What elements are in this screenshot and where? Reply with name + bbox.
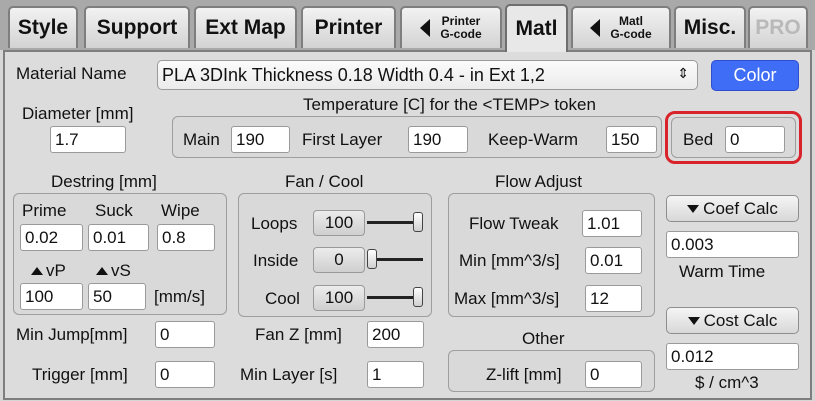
fan-z-label: Fan Z [mm] (255, 325, 342, 344)
temp-keep-warm-label: Keep-Warm (488, 130, 579, 149)
flow-min-label: Min [mm^3/s] (459, 251, 560, 270)
cool-stepper[interactable]: 100 (313, 285, 365, 311)
temp-main-input[interactable]: 190 (231, 126, 290, 153)
tab-printer[interactable]: Printer (301, 6, 396, 48)
tab-printer-gcode[interactable]: Printer G-code (400, 6, 502, 48)
dropdown-triangle-icon (687, 316, 700, 325)
temp-first-layer-label: First Layer (302, 130, 383, 149)
loops-slider[interactable] (367, 210, 423, 236)
tab-printer-gcode-line2: G-code (440, 27, 482, 41)
prime-input[interactable]: 0.02 (20, 224, 83, 251)
warm-time-caption: Warm Time (679, 262, 766, 281)
warm-time-input[interactable]: 0.003 (666, 231, 799, 258)
min-layer-input[interactable]: 1 (367, 361, 424, 388)
tab-ext-map[interactable]: Ext Map (194, 6, 297, 48)
temp-first-layer-input[interactable]: 190 (408, 126, 468, 153)
flow-min-input[interactable]: 0.01 (585, 247, 642, 274)
tab-matl-label: Matl (515, 17, 558, 40)
destring-header: Destring [mm] (51, 172, 157, 191)
temperature-header: Temperature [C] for the <TEMP> token (303, 95, 596, 114)
tab-pro[interactable]: PRO (748, 6, 808, 48)
tab-ext-map-label: Ext Map (205, 16, 286, 39)
prime-label: Prime (22, 201, 67, 220)
suck-label: Suck (95, 201, 133, 220)
vs-label-text: vS (111, 261, 131, 280)
tab-matl-gcode[interactable]: Matl G-code (571, 6, 671, 48)
tab-printer-gcode-label: Printer G-code (440, 15, 481, 41)
other-header: Other (522, 329, 565, 348)
temp-main-label: Main (183, 130, 220, 149)
flow-header: Flow Adjust (495, 172, 582, 191)
fan-z-input[interactable]: 200 (367, 321, 424, 348)
color-button[interactable]: Color (711, 60, 799, 91)
loops-label: Loops (251, 214, 298, 233)
tab-matl-gcode-line2: G-code (610, 27, 652, 41)
coef-calc-label: Coef Calc (703, 198, 778, 218)
dropdown-triangle-icon (687, 204, 700, 213)
flow-tweak-input[interactable]: 1.01 (582, 210, 642, 237)
slider-thumb[interactable] (413, 287, 423, 307)
tab-misc[interactable]: Misc. (674, 6, 746, 48)
tab-printer-label: Printer (314, 16, 383, 39)
inside-stepper[interactable]: 0 (313, 247, 365, 273)
tab-style[interactable]: Style (8, 6, 78, 48)
suck-input[interactable]: 0.01 (88, 224, 149, 251)
cool-label: Cool (265, 289, 300, 308)
flow-max-label: Max [mm^3/s] (454, 289, 560, 308)
cost-input[interactable]: 0.012 (666, 343, 799, 370)
vs-input[interactable]: 50 (88, 283, 146, 310)
flow-tweak-label: Flow Tweak (469, 214, 559, 233)
material-select[interactable]: PLA 3DInk Thickness 0.18 Width 0.4 - in … (157, 60, 698, 90)
vp-label: vP (31, 261, 66, 281)
select-arrows-icon: ⇕ (677, 65, 689, 81)
tab-bar: Style Support Ext Map Printer Printer G-… (0, 0, 815, 52)
fan-header: Fan / Cool (285, 172, 364, 191)
left-arrow-icon (420, 19, 431, 37)
flow-max-input[interactable]: 12 (585, 285, 642, 312)
tab-matl-gcode-label: Matl G-code (610, 15, 651, 41)
tab-pro-label: PRO (755, 16, 801, 39)
wipe-label: Wipe (161, 201, 200, 220)
vp-label-text: vP (46, 261, 66, 280)
material-select-value: PLA 3DInk Thickness 0.18 Width 0.4 - in … (162, 65, 545, 85)
up-triangle-icon (96, 267, 108, 275)
wipe-input[interactable]: 0.8 (157, 224, 215, 251)
cost-calc-button[interactable]: Cost Calc (666, 307, 799, 334)
tab-style-label: Style (17, 16, 69, 39)
color-button-label: Color (733, 65, 777, 85)
loops-stepper[interactable]: 100 (313, 210, 365, 236)
left-arrow-icon (590, 19, 601, 37)
slider-thumb[interactable] (413, 212, 423, 232)
tab-support-label: Support (96, 16, 178, 39)
coef-calc-button[interactable]: Coef Calc (666, 195, 799, 222)
cost-caption: $ / cm^3 (695, 373, 759, 392)
zlift-label: Z-lift [mm] (486, 365, 562, 384)
min-layer-label: Min Layer [s] (240, 365, 338, 384)
zlift-input[interactable]: 0 (585, 361, 642, 388)
material-name-label: Material Name (16, 64, 127, 83)
min-jump-input[interactable]: 0 (155, 321, 215, 348)
vp-input[interactable]: 100 (20, 283, 83, 310)
cost-calc-label: Cost Calc (703, 310, 778, 330)
tab-misc-label: Misc. (683, 16, 737, 39)
cool-slider[interactable] (367, 285, 423, 311)
bed-highlight (665, 111, 802, 164)
inside-label: Inside (253, 251, 299, 270)
vs-label: vS (96, 261, 131, 281)
trigger-label: Trigger [mm] (32, 365, 128, 384)
temp-keep-warm-input[interactable]: 150 (606, 126, 657, 153)
trigger-input[interactable]: 0 (155, 361, 215, 388)
slider-thumb[interactable] (367, 249, 377, 269)
tab-support[interactable]: Support (84, 6, 190, 48)
inside-slider[interactable] (367, 247, 423, 273)
min-jump-label: Min Jump[mm] (16, 325, 128, 344)
diameter-label: Diameter [mm] (22, 104, 134, 123)
tab-matl[interactable]: Matl (505, 4, 568, 52)
diameter-input[interactable]: 1.7 (50, 126, 126, 153)
up-triangle-icon (31, 267, 43, 275)
speed-unit-label: [mm/s] (154, 287, 205, 306)
